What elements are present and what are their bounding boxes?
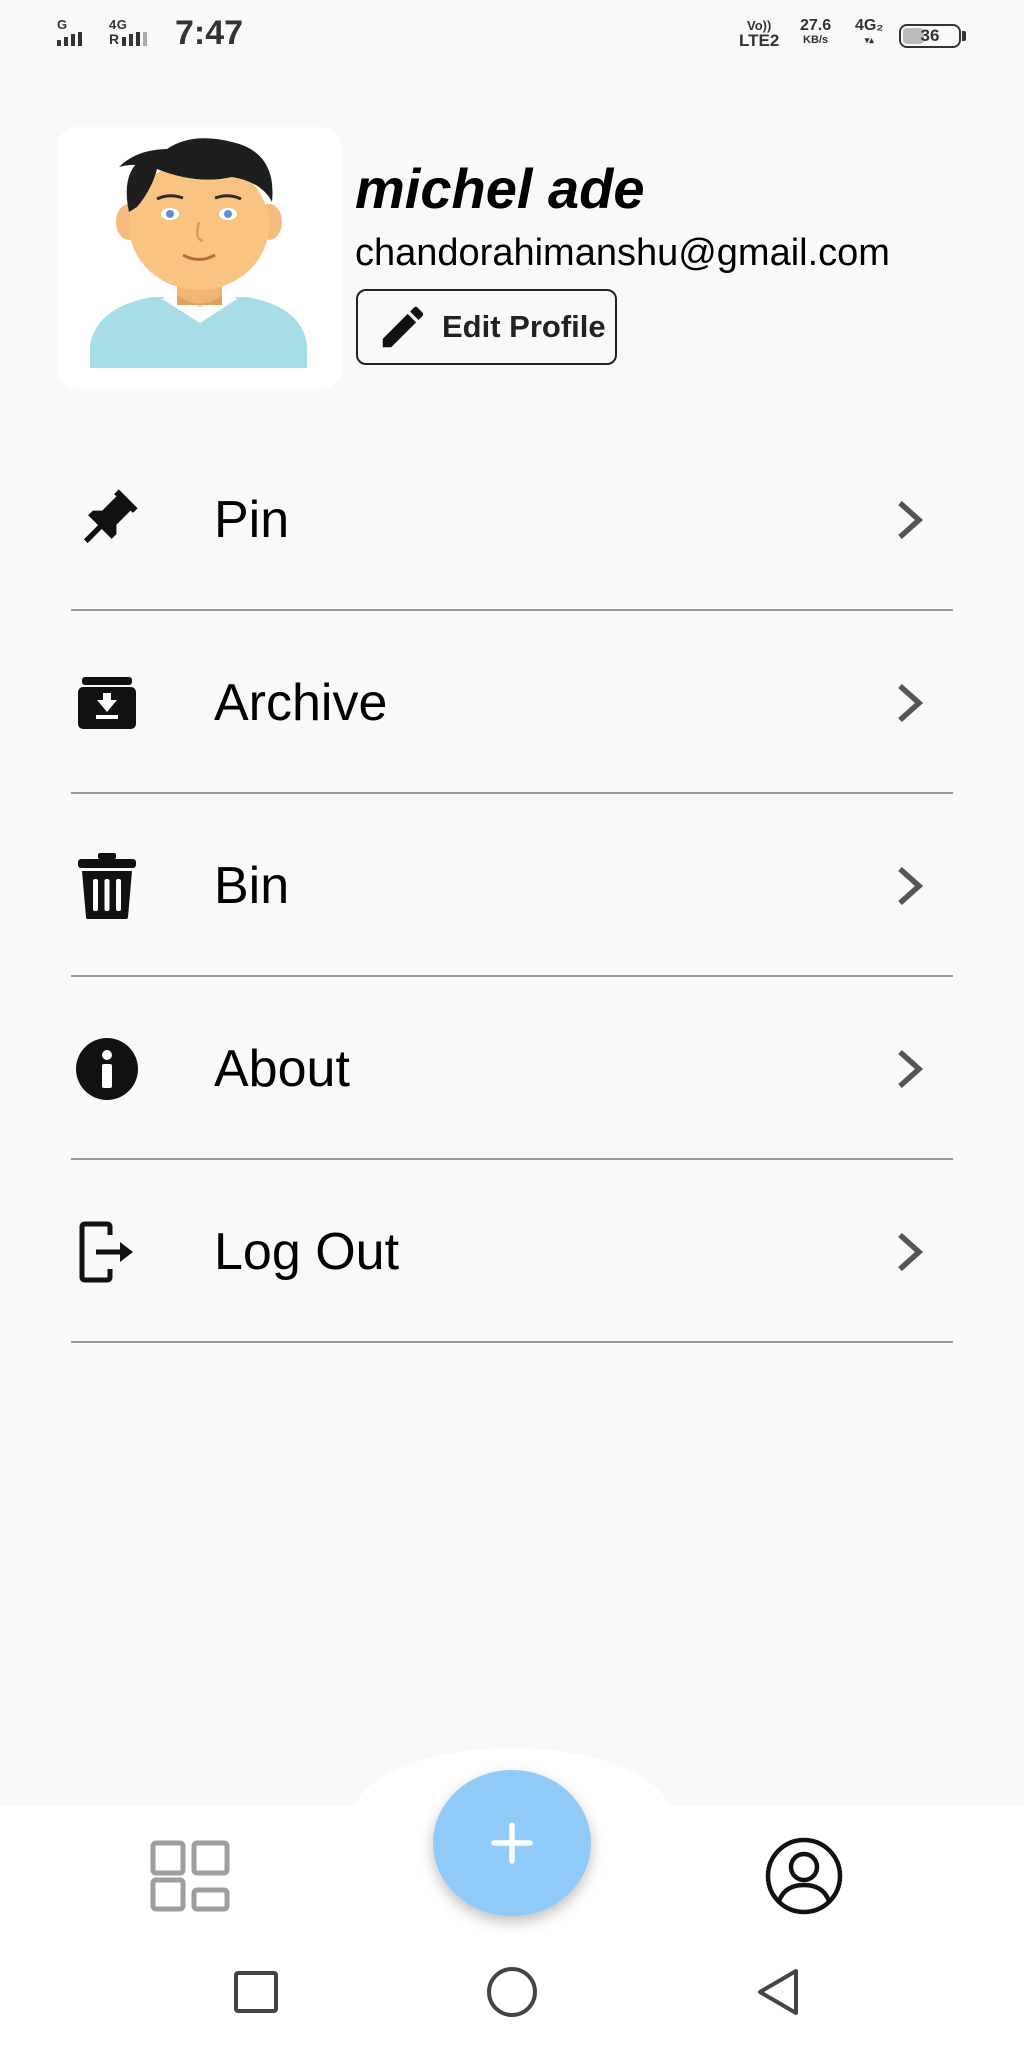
profile-nav-button[interactable] <box>754 1826 854 1926</box>
circle-icon <box>487 1967 537 2017</box>
avatar-illustration <box>90 138 307 368</box>
menu-item-label: Archive <box>214 673 388 732</box>
net-speed: 27.6 <box>800 17 832 34</box>
battery-tip <box>962 31 966 41</box>
edit-profile-label: Edit Profile <box>442 309 606 344</box>
battery-icon: 36 <box>899 24 961 48</box>
profile-name: michel ade <box>355 157 645 220</box>
sim2-signal-bars-icon: R <box>109 31 148 47</box>
logout-icon <box>64 1209 150 1295</box>
dashboard-icon <box>150 1840 230 1912</box>
menu-item-bin[interactable]: Bin <box>0 794 1024 977</box>
account-circle-icon <box>765 1837 843 1915</box>
battery-level: 36 <box>920 26 940 45</box>
sim1-signal-bars-icon <box>57 32 82 46</box>
chevron-right-icon <box>898 866 924 905</box>
menu-item-label: Bin <box>214 856 290 915</box>
sim1-label: G <box>57 17 68 32</box>
volte-indicator: Vo)) LTE2 <box>739 18 780 50</box>
sim2-label: 4G <box>109 17 128 32</box>
back-triangle-icon <box>758 1969 798 2015</box>
trash-icon <box>64 843 150 929</box>
dashboard-button[interactable] <box>140 1826 240 1926</box>
add-note-button[interactable] <box>433 1770 591 1916</box>
menu-item-about[interactable]: About <box>0 977 1024 1160</box>
menu-item-log-out[interactable]: Log Out <box>0 1160 1024 1343</box>
profile-email: chandorahimanshu@gmail.com <box>355 232 890 274</box>
sim2-roaming-label: R <box>109 31 120 47</box>
sim1-signal: G <box>57 18 82 46</box>
pin-icon <box>64 477 150 563</box>
menu-divider <box>71 1341 953 1343</box>
plus-icon <box>491 1822 533 1864</box>
avatar <box>57 127 342 389</box>
net-speed-indicator: 27.6 KB/s <box>800 18 831 48</box>
archive-icon <box>64 660 150 746</box>
network-type-indicator: 4G₂ ▾▴ <box>855 18 883 48</box>
menu-item-archive[interactable]: Archive <box>0 611 1024 794</box>
network-type: 4G₂ <box>855 17 884 34</box>
info-icon <box>64 1026 150 1112</box>
chevron-right-icon <box>898 1232 924 1271</box>
system-nav-bar <box>0 1936 1024 2048</box>
chevron-right-icon <box>898 683 924 722</box>
menu-item-label: Pin <box>214 490 290 549</box>
edit-profile-button[interactable]: Edit Profile <box>356 289 617 365</box>
square-icon <box>234 1971 278 2013</box>
back-button[interactable] <box>718 1936 838 2048</box>
sim2-signal: 4G R <box>109 17 148 47</box>
volte-bottom: LTE2 <box>739 31 780 50</box>
menu-item-label: Log Out <box>214 1222 400 1281</box>
menu-item-pin[interactable]: Pin <box>0 428 1024 611</box>
status-bar: G 4G R 7:47 Vo)) LTE2 27.6 KB/s 4G₂ ▾▴ 3… <box>0 0 1024 72</box>
pencil-icon <box>382 306 424 348</box>
recents-button[interactable] <box>196 1936 316 2048</box>
chevron-right-icon <box>898 1049 924 1088</box>
net-speed-unit: KB/s <box>803 34 829 46</box>
home-button[interactable] <box>452 1936 572 2048</box>
data-arrows-icon: ▾▴ <box>864 35 874 45</box>
status-time: 7:47 <box>175 14 244 52</box>
menu-item-label: About <box>214 1039 350 1098</box>
chevron-right-icon <box>898 500 924 539</box>
